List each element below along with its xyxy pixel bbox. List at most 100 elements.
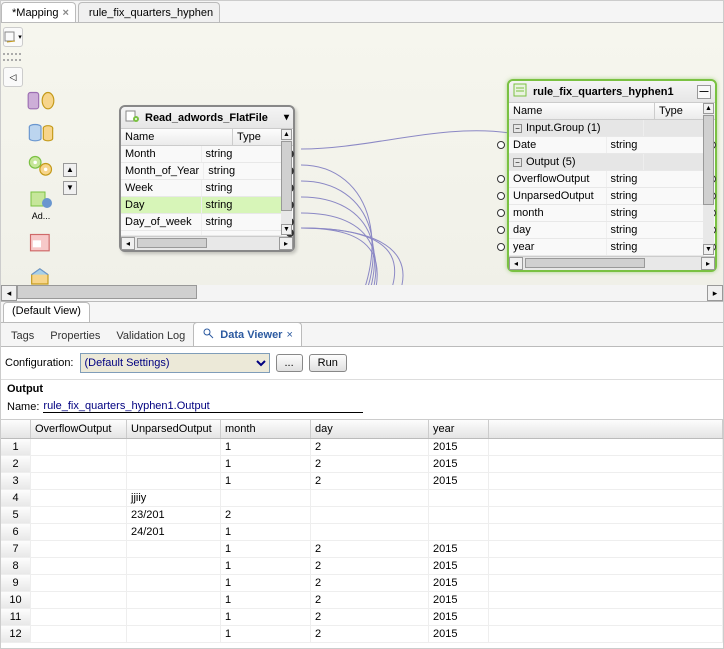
cell — [127, 626, 221, 642]
tab-tags[interactable]: Tags — [3, 326, 42, 346]
target-vscroll[interactable]: ▲▼ — [703, 103, 714, 255]
field-name: Month — [121, 146, 202, 162]
config-select[interactable]: (Default Settings) — [80, 353, 270, 373]
row-number: 12 — [1, 626, 31, 642]
editor-tab-rule[interactable]: rule_fix_quarters_hyphen — [78, 2, 220, 22]
tab-properties[interactable]: Properties — [42, 326, 108, 346]
row-number: 8 — [1, 558, 31, 574]
view-tab-default[interactable]: (Default View) — [3, 302, 90, 322]
group-row[interactable]: −Input.Group (1) — [509, 120, 704, 137]
source-node-title[interactable]: Read_adwords_FlatFile ▾ — [121, 107, 293, 129]
cell: 2 — [311, 609, 429, 625]
target-field-row[interactable]: UnparsedOutputstring — [509, 188, 704, 205]
source-vscroll[interactable]: ▲▼ — [281, 129, 292, 235]
name-input[interactable] — [43, 400, 363, 413]
field-type: string — [204, 163, 282, 179]
table-row[interactable]: 1 1 2 2015 — [1, 439, 723, 456]
col-header[interactable]: day — [311, 420, 429, 438]
collapse-icon[interactable]: − — [513, 158, 522, 167]
cell — [31, 439, 127, 455]
target-hscroll[interactable]: ◂▸ — [509, 256, 715, 270]
cell: 2015 — [429, 541, 489, 557]
table-row[interactable]: 12 1 2 2015 — [1, 626, 723, 643]
table-row[interactable]: 9 1 2 2015 — [1, 575, 723, 592]
source-field-row[interactable]: Day_of_weekstring — [121, 214, 282, 231]
col-header[interactable]: year — [429, 420, 489, 438]
cell — [31, 609, 127, 625]
input-port[interactable] — [497, 175, 505, 183]
source-field-row[interactable]: Daystring — [121, 197, 282, 214]
input-port[interactable] — [497, 243, 505, 251]
cell: 1 — [221, 592, 311, 608]
input-port[interactable] — [497, 226, 505, 234]
row-number: 9 — [1, 575, 31, 591]
input-port[interactable] — [497, 192, 505, 200]
table-row[interactable]: 11 1 2 2015 — [1, 609, 723, 626]
source-field-row[interactable]: Weekstring — [121, 180, 282, 197]
table-row[interactable]: 7 1 2 2015 — [1, 541, 723, 558]
close-icon[interactable]: × — [62, 7, 68, 19]
source-hscroll[interactable]: ◂▸ — [121, 236, 293, 250]
col-header[interactable]: OverflowOutput — [31, 420, 127, 438]
source-node[interactable]: Read_adwords_FlatFile ▾ Name Type Months… — [119, 105, 295, 252]
source-field-row[interactable]: Monthstring — [121, 146, 282, 163]
run-button[interactable]: Run — [309, 354, 347, 372]
input-port[interactable] — [497, 209, 505, 217]
col-header[interactable]: UnparsedOutput — [127, 420, 221, 438]
target-field-row[interactable]: monthstring — [509, 205, 704, 222]
cell: 1 — [221, 626, 311, 642]
cell-empty — [489, 473, 723, 489]
editor-tab-mapping[interactable]: *Mapping × — [1, 2, 76, 22]
cell — [31, 473, 127, 489]
table-row[interactable]: 4 jjiiy — [1, 490, 723, 507]
collapse-icon[interactable]: − — [513, 124, 522, 133]
source-field-row[interactable]: Month_of_Yearstring — [121, 163, 282, 180]
group-row[interactable]: −Output (5) — [509, 154, 704, 171]
table-row[interactable]: 8 1 2 2015 — [1, 558, 723, 575]
cell: 2 — [221, 507, 311, 523]
editor-tab-label: rule_fix_quarters_hyphen — [89, 7, 213, 19]
col-header-name[interactable]: Name — [509, 103, 655, 119]
cell — [31, 626, 127, 642]
bottom-tabs: Tags Properties Validation Log Data View… — [1, 323, 723, 347]
table-row[interactable]: 2 1 2 2015 — [1, 456, 723, 473]
cell — [31, 575, 127, 591]
col-header-name[interactable]: Name — [121, 129, 233, 145]
target-node-title-label: rule_fix_quarters_hyphen1 — [533, 86, 674, 98]
target-node-title[interactable]: rule_fix_quarters_hyphen1 — — [509, 81, 715, 103]
canvas-hscroll[interactable]: ◂ ▸ — [1, 285, 723, 301]
tab-data-viewer[interactable]: Data Viewer × — [193, 322, 302, 346]
target-field-row[interactable]: yearstring — [509, 239, 704, 256]
scroll-right-button[interactable]: ▸ — [707, 285, 723, 301]
table-row[interactable]: 6 24/201 1 — [1, 524, 723, 541]
source-field-row[interactable] — [121, 231, 282, 236]
table-row[interactable]: 3 1 2 2015 — [1, 473, 723, 490]
row-number: 3 — [1, 473, 31, 489]
col-header[interactable]: month — [221, 420, 311, 438]
cell — [221, 490, 311, 506]
target-field-row[interactable]: Datestring — [509, 137, 704, 154]
input-port[interactable] — [497, 141, 505, 149]
field-name: Week — [121, 180, 202, 196]
field-name: OverflowOutput — [509, 171, 607, 187]
mapping-canvas[interactable]: ▾ ◁ Ad... ▲ ▼ Read_adwords_FlatFile ▾ Na… — [1, 23, 723, 301]
table-row[interactable]: 10 1 2 2015 — [1, 592, 723, 609]
collapse-icon[interactable]: ▾ — [284, 112, 289, 123]
table-row[interactable]: 5 23/201 2 — [1, 507, 723, 524]
target-node-headers: Name Type — [509, 103, 715, 120]
field-type: string — [607, 171, 705, 187]
scroll-thumb[interactable] — [17, 285, 197, 299]
close-icon[interactable]: × — [286, 329, 292, 341]
field-name — [121, 231, 202, 235]
cell: 2015 — [429, 473, 489, 489]
target-icon — [513, 83, 527, 100]
minimize-icon[interactable]: — — [697, 85, 711, 99]
browse-button[interactable]: ... — [276, 354, 303, 372]
rownum-header[interactable] — [1, 420, 31, 438]
target-field-row[interactable]: daystring — [509, 222, 704, 239]
field-type: string — [607, 137, 705, 153]
target-field-row[interactable]: OverflowOutputstring — [509, 171, 704, 188]
scroll-left-button[interactable]: ◂ — [1, 285, 17, 301]
target-node[interactable]: rule_fix_quarters_hyphen1 — Name Type −I… — [507, 79, 717, 272]
tab-validation-log[interactable]: Validation Log — [108, 326, 193, 346]
